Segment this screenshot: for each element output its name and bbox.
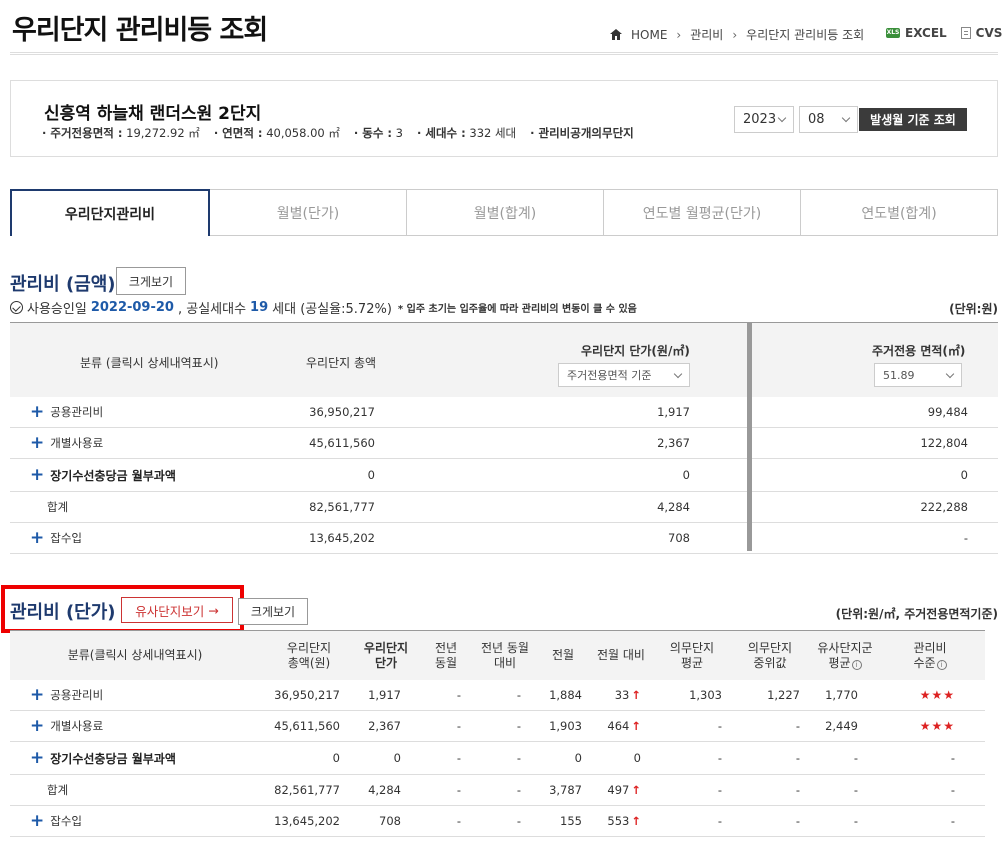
cvs-button[interactable]: CVS xyxy=(960,26,1003,40)
plus-icon[interactable]: + xyxy=(30,749,44,767)
header-total: 우리단지 총액(원) xyxy=(286,640,332,670)
header-divider xyxy=(10,52,998,56)
detail-disclosure: · 관리비공개의무단지 xyxy=(530,126,634,140)
tab-monthly-total[interactable]: 월별(합계) xyxy=(407,189,604,235)
chevron-down-icon xyxy=(841,113,851,123)
detail-area: · 주거전용면적 : 19,272.92 ㎡ xyxy=(42,126,200,140)
amount-table: 분류 (클릭시 상세내역표시) 우리단지 총액 우리단지 단가(원/㎡) 주거전… xyxy=(10,322,998,554)
plus-icon[interactable]: + xyxy=(30,686,44,704)
header-category: 분류(클릭시 상세내역표시) xyxy=(67,648,203,662)
export-tools: XLS EXCEL CVS xyxy=(886,26,1002,40)
header-unit: 우리단지 단가 xyxy=(363,640,409,670)
enlarge-button[interactable]: 크게보기 xyxy=(238,598,308,625)
table-row[interactable]: + 개별사용료 45,611,560 2,367 - - 1,903 464 ↑ -… xyxy=(10,711,985,742)
detail-floor-area: · 연면적 : 40,058.00 ㎡ xyxy=(213,126,340,140)
tab-yearly-avg[interactable]: 연도별 월평균(단가) xyxy=(604,189,801,235)
table-row[interactable]: + 장기수선충당금 월부과액 0 0 - - 0 0 - - - - xyxy=(10,742,985,775)
level-stars: ★★★ xyxy=(919,719,955,733)
info-icon[interactable]: i xyxy=(936,659,947,670)
breadcrumb-current: 우리단지 관리비등 조회 xyxy=(746,28,865,42)
arrow-up-icon: ↑ xyxy=(631,783,641,797)
chevron-down-icon xyxy=(945,369,955,378)
unit-price-basis-select[interactable]: 주거전용면적 기준 xyxy=(558,363,690,387)
plus-icon[interactable]: + xyxy=(30,403,44,421)
breadcrumb-home[interactable]: HOME xyxy=(631,28,667,42)
detail-households: · 세대수 : 332 세대 xyxy=(417,126,517,140)
enlarge-button[interactable]: 크게보기 xyxy=(116,267,186,295)
complex-details: · 주거전용면적 : 19,272.92 ㎡ · 연면적 : 40,058.00… xyxy=(42,125,634,141)
section-title-unit: 관리비 (단가) xyxy=(10,602,116,623)
header-category: 분류 (클릭시 상세내역표시) xyxy=(80,356,219,370)
header-prev-month: 전월 xyxy=(551,648,575,662)
plus-icon[interactable]: + xyxy=(30,466,44,484)
table-row: 합계 82,561,777 4,284 222,288 xyxy=(10,492,998,523)
header-similar-avg: 유사단지군 평균 i xyxy=(817,640,873,670)
header-level: 관리비 수준 i xyxy=(913,640,947,670)
tab-our-complex[interactable]: 우리단지관리비 xyxy=(10,189,210,236)
header-prev-year: 전년 동월 xyxy=(434,640,458,670)
header-duty-avg: 의무단지 평균 xyxy=(669,640,715,670)
arrow-up-icon: ↑ xyxy=(631,814,641,828)
month-select[interactable]: 08 xyxy=(799,106,858,133)
area-select[interactable]: 51.89 xyxy=(874,363,962,387)
chevron-right-icon: › xyxy=(732,27,738,42)
chevron-down-icon xyxy=(777,113,787,123)
table-row: 합계 82,561,777 4,284 - - 3,787 497 ↑ - - -… xyxy=(10,775,985,806)
plus-icon[interactable]: + xyxy=(30,434,44,452)
similar-complex-button[interactable]: 유사단지보기 → xyxy=(121,597,233,623)
column-divider xyxy=(747,322,752,551)
excel-button[interactable]: XLS EXCEL xyxy=(886,26,947,40)
table-row[interactable]: + 공용관리비 36,950,217 1,917 99,484 xyxy=(10,397,998,428)
plus-icon[interactable]: + xyxy=(30,717,44,735)
table-row[interactable]: + 잡수입 13,645,202 708 - - 155 553 ↑ - - - - xyxy=(10,806,985,837)
breadcrumb-fees[interactable]: 관리비 xyxy=(690,26,723,43)
search-button[interactable]: 발생월 기준 조회 xyxy=(859,108,967,131)
arrow-right-icon: → xyxy=(208,602,219,618)
section-title-amount: 관리비 (금액) xyxy=(10,274,116,295)
excel-icon: XLS xyxy=(886,28,900,38)
table-row[interactable]: + 장기수선충당금 월부과액 0 0 0 xyxy=(10,459,998,492)
unit-label: (단위:원/㎡, 주거전용면적기준) xyxy=(835,607,998,621)
year-select[interactable]: 2023 xyxy=(734,106,794,133)
table-row[interactable]: + 공용관리비 36,950,217 1,917 - - 1,884 33 ↑ 1,… xyxy=(10,680,985,711)
header-prev-month-diff: 전월 대비 xyxy=(597,648,645,662)
arrow-up-icon: ↑ xyxy=(631,719,641,733)
header-prev-year-diff: 전년 동월 대비 xyxy=(481,640,529,670)
table-header: 분류(클릭시 상세내역표시) 우리단지 총액(원) 우리단지 단가 전년 동월 … xyxy=(10,630,985,680)
header-duty-median: 의무단지 중위값 xyxy=(747,640,793,670)
excel-label: EXCEL xyxy=(905,26,947,40)
complex-name: 신흥역 하늘채 랜더스원 2단지 xyxy=(44,104,262,124)
chevron-right-icon: › xyxy=(676,27,682,42)
check-circle-icon xyxy=(10,301,23,314)
unit-label: (단위:원) xyxy=(949,302,998,316)
table-row[interactable]: + 잡수입 13,645,202 708 - xyxy=(10,523,998,554)
table-header: 분류 (클릭시 상세내역표시) 우리단지 총액 우리단지 단가(원/㎡) 주거전… xyxy=(10,322,998,397)
header-total: 우리단지 총액 xyxy=(306,356,377,370)
page-title: 우리단지 관리비등 조회 xyxy=(12,15,268,46)
document-icon xyxy=(960,27,971,39)
arrow-up-icon: ↑ xyxy=(631,688,641,702)
table-row[interactable]: + 개별사용료 45,611,560 2,367 122,804 xyxy=(10,428,998,459)
plus-icon[interactable]: + xyxy=(30,812,44,830)
tab-yearly-total[interactable]: 연도별(합계) xyxy=(801,189,998,235)
header-unit-price: 우리단지 단가(원/㎡) xyxy=(581,344,690,358)
approval-note: 사용승인일 2022-09-20, 공실세대수 19 세대 (공실율:5.72%)… xyxy=(10,298,637,317)
info-icon[interactable]: i xyxy=(851,659,862,670)
complex-info-box: 신흥역 하늘채 랜더스원 2단지 · 주거전용면적 : 19,272.92 ㎡ … xyxy=(10,80,998,157)
plus-icon[interactable]: + xyxy=(30,529,44,547)
unit-price-table: 분류(클릭시 상세내역표시) 우리단지 총액(원) 우리단지 단가 전년 동월 … xyxy=(10,630,985,837)
tab-monthly-unit[interactable]: 월별(단가) xyxy=(210,189,407,235)
detail-buildings: · 동수 : 3 xyxy=(353,126,403,140)
breadcrumb: HOME › 관리비 › 우리단지 관리비등 조회 xyxy=(610,26,864,43)
header-area: 주거전용 면적(㎡) xyxy=(872,344,966,358)
cvs-label: CVS xyxy=(975,26,1003,40)
tab-bar: 우리단지관리비 월별(단가) 월별(합계) 연도별 월평균(단가) 연도별(합계… xyxy=(10,189,998,236)
level-stars: ★★★ xyxy=(919,688,955,702)
home-icon[interactable] xyxy=(610,29,622,40)
chevron-down-icon xyxy=(673,369,683,378)
